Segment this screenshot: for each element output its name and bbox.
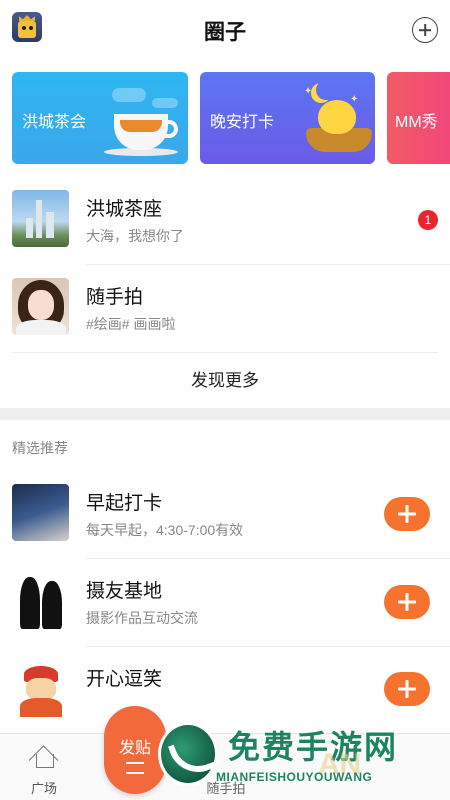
circle-name: 摄友基地 bbox=[86, 581, 163, 602]
recommend-item-early-checkin[interactable]: 早起打卡 每天早起，4:30-7:00有效 bbox=[0, 472, 450, 558]
post-label: 发贴 bbox=[118, 740, 151, 757]
circle-item-snapshot[interactable]: 随手拍 #绘画# 画画啦 bbox=[0, 266, 450, 352]
circle-name: 洪城茶座 bbox=[86, 199, 163, 220]
circle-name: 早起打卡 bbox=[86, 493, 163, 514]
tab-square[interactable]: 广场 bbox=[4, 734, 84, 800]
moon-icon bbox=[316, 80, 336, 100]
circle-item-hongcheng-tea[interactable]: 洪城茶座 大海，我想你了 bbox=[0, 178, 450, 264]
divider bbox=[86, 558, 450, 559]
circle-thumbnail bbox=[12, 278, 69, 335]
tab-label: 广场 bbox=[30, 781, 57, 796]
page-title: 圈子 bbox=[204, 21, 246, 44]
banner-label: 洪城茶会 bbox=[22, 114, 87, 131]
add-circle-icon[interactable] bbox=[412, 17, 438, 43]
banner-label: 晚安打卡 bbox=[210, 114, 275, 131]
circle-thumbnail bbox=[12, 572, 69, 629]
banner-label: MM秀 bbox=[395, 114, 438, 131]
section-title: 精选推荐 bbox=[12, 440, 68, 456]
banner-carousel[interactable]: 洪城茶会 ✦ ✦ 晚安打卡 MM秀 bbox=[0, 72, 450, 166]
banner-tea-party[interactable]: 洪城茶会 bbox=[12, 72, 188, 164]
circle-desc: 每天早起，4:30-7:00有效 bbox=[86, 522, 244, 538]
recommend-item-photo-base[interactable]: 摄友基地 摄影作品互动交流 bbox=[0, 560, 450, 646]
watermark-title: 免费手游网 bbox=[228, 729, 399, 765]
divider bbox=[12, 352, 438, 353]
post-button[interactable]: 发贴 bbox=[104, 706, 166, 794]
circle-thumbnail bbox=[12, 660, 69, 717]
circle-desc: 大海，我想你了 bbox=[86, 228, 184, 244]
circle-name: 开心逗笑 bbox=[86, 669, 163, 690]
unread-badge: 1 bbox=[418, 210, 438, 230]
banner-mm-show[interactable]: MM秀 bbox=[387, 72, 450, 164]
join-button[interactable] bbox=[384, 672, 430, 706]
home-icon bbox=[31, 742, 57, 768]
watermark-logo bbox=[158, 722, 218, 786]
top-bar: 圈子 bbox=[0, 0, 450, 62]
discover-more-button[interactable]: 发现更多 bbox=[0, 358, 450, 408]
watermark-subtitle: MIANFEISHOUYOUWANG bbox=[216, 770, 373, 784]
circle-desc: 摄影作品互动交流 bbox=[86, 610, 198, 626]
sleeping-bird-icon bbox=[318, 100, 356, 134]
menu-icon bbox=[126, 762, 144, 774]
divider bbox=[86, 646, 450, 647]
circle-thumbnail bbox=[12, 190, 69, 247]
circle-thumbnail bbox=[12, 484, 69, 541]
circle-desc: #绘画# 画画啦 bbox=[86, 316, 176, 332]
join-button[interactable] bbox=[384, 585, 430, 619]
join-button[interactable] bbox=[384, 497, 430, 531]
section-gap bbox=[0, 408, 450, 420]
banner-goodnight-checkin[interactable]: ✦ ✦ 晚安打卡 bbox=[200, 72, 375, 164]
circle-name: 随手拍 bbox=[86, 287, 144, 308]
divider bbox=[86, 264, 450, 265]
